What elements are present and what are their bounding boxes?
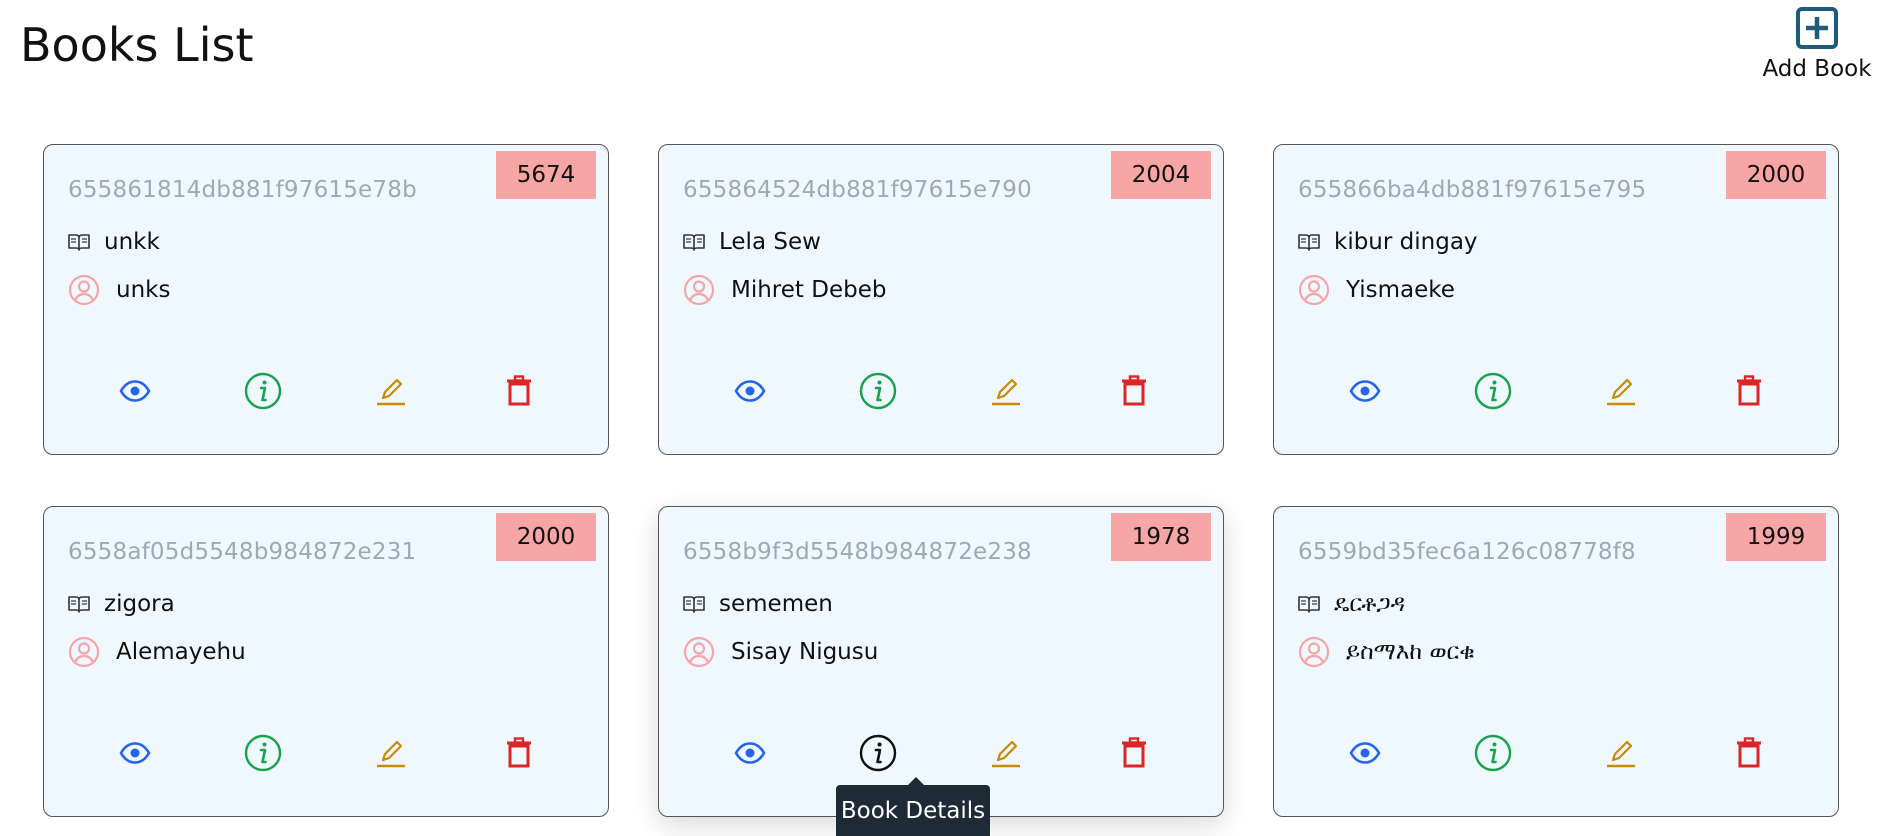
trash-icon (507, 737, 531, 768)
view-button[interactable] (115, 733, 155, 773)
year-badge: 2000 (1726, 151, 1826, 199)
open-book-icon (683, 596, 705, 613)
pencil-icon (1607, 378, 1635, 406)
pencil-icon (377, 378, 405, 406)
trash-icon (1737, 375, 1761, 406)
book-author: unks (116, 277, 171, 303)
info-circle-icon (1474, 734, 1512, 772)
book-id: 6558b9f3d5548b984872e238 (683, 539, 1032, 565)
details-button[interactable] (1473, 371, 1513, 411)
eye-icon (734, 742, 766, 764)
book-author: ይስማእከ ወርቁ (1346, 639, 1475, 665)
book-title: kibur dingay (1334, 229, 1478, 255)
details-button[interactable] (858, 733, 898, 773)
details-button[interactable] (1473, 733, 1513, 773)
delete-button[interactable] (499, 371, 539, 411)
book-author: Mihret Debeb (731, 277, 887, 303)
info-circle-icon (859, 734, 897, 772)
view-button[interactable] (730, 371, 770, 411)
delete-button[interactable] (1729, 371, 1769, 411)
book-author: Yismaeke (1346, 277, 1455, 303)
open-book-icon (1298, 234, 1320, 251)
page-title: Books List (20, 18, 254, 72)
pencil-icon (992, 740, 1020, 768)
book-title: sememen (719, 591, 833, 617)
year-badge: 2004 (1111, 151, 1211, 199)
pencil-icon (377, 740, 405, 768)
eye-icon (1349, 742, 1381, 764)
user-circle-icon (1298, 274, 1330, 306)
trash-icon (1122, 375, 1146, 406)
edit-button[interactable] (1601, 371, 1641, 411)
edit-button[interactable] (1601, 733, 1641, 773)
eye-icon (1349, 380, 1381, 402)
delete-button[interactable] (1114, 371, 1154, 411)
book-title: ዴርቶጋዳ (1334, 591, 1405, 617)
edit-button[interactable] (986, 733, 1026, 773)
add-book-button[interactable]: Add Book (1755, 6, 1879, 82)
view-button[interactable] (115, 371, 155, 411)
add-book-label: Add Book (1762, 56, 1872, 82)
delete-button[interactable] (499, 733, 539, 773)
info-circle-icon (244, 372, 282, 410)
pencil-icon (992, 378, 1020, 406)
eye-icon (119, 742, 151, 764)
year-badge: 2000 (496, 513, 596, 561)
year-badge: 1999 (1726, 513, 1826, 561)
pencil-icon (1607, 740, 1635, 768)
book-title: zigora (104, 591, 175, 617)
delete-button[interactable] (1729, 733, 1769, 773)
details-button[interactable] (858, 371, 898, 411)
book-card: 2000 655866ba4db881f97615e795 kibur ding… (1273, 144, 1839, 455)
book-id: 6559bd35fec6a126c08778f8 (1298, 539, 1636, 565)
eye-icon (734, 380, 766, 402)
book-card: 2004 655864524db881f97615e790 Lela Sew M… (658, 144, 1224, 455)
delete-button[interactable] (1114, 733, 1154, 773)
view-button[interactable] (1345, 733, 1385, 773)
year-badge: 1978 (1111, 513, 1211, 561)
book-id: 655864524db881f97615e790 (683, 177, 1032, 203)
view-button[interactable] (1345, 371, 1385, 411)
details-button[interactable] (243, 371, 283, 411)
trash-icon (507, 375, 531, 406)
book-author: Alemayehu (116, 639, 246, 665)
edit-button[interactable] (986, 371, 1026, 411)
user-circle-icon (68, 636, 100, 668)
plus-square-icon (1796, 7, 1838, 49)
open-book-icon (68, 234, 90, 251)
book-id: 655866ba4db881f97615e795 (1298, 177, 1647, 203)
open-book-icon (1298, 596, 1320, 613)
view-button[interactable] (730, 733, 770, 773)
book-id: 655861814db881f97615e78b (68, 177, 417, 203)
user-circle-icon (683, 274, 715, 306)
trash-icon (1122, 737, 1146, 768)
book-card: 2000 6558af05d5548b984872e231 zigora Ale… (43, 506, 609, 817)
user-circle-icon (1298, 636, 1330, 668)
info-circle-icon (859, 372, 897, 410)
edit-button[interactable] (371, 371, 411, 411)
details-button[interactable] (243, 733, 283, 773)
trash-icon (1737, 737, 1761, 768)
open-book-icon (68, 596, 90, 613)
book-card: 1999 6559bd35fec6a126c08778f8 ዴርቶጋዳ ይስማእ… (1273, 506, 1839, 817)
book-title: Lela Sew (719, 229, 821, 255)
book-id: 6558af05d5548b984872e231 (68, 539, 417, 565)
book-card: 5674 655861814db881f97615e78b unkk unks (43, 144, 609, 455)
book-author: Sisay Nigusu (731, 639, 879, 665)
book-details-tooltip: Book Details (836, 777, 990, 836)
info-circle-icon (244, 734, 282, 772)
year-badge: 5674 (496, 151, 596, 199)
eye-icon (119, 380, 151, 402)
user-circle-icon (68, 274, 100, 306)
edit-button[interactable] (371, 733, 411, 773)
user-circle-icon (683, 636, 715, 668)
book-title: unkk (104, 229, 160, 255)
open-book-icon (683, 234, 705, 251)
book-card: 1978 6558b9f3d5548b984872e238 sememen Si… (658, 506, 1224, 817)
info-circle-icon (1474, 372, 1512, 410)
